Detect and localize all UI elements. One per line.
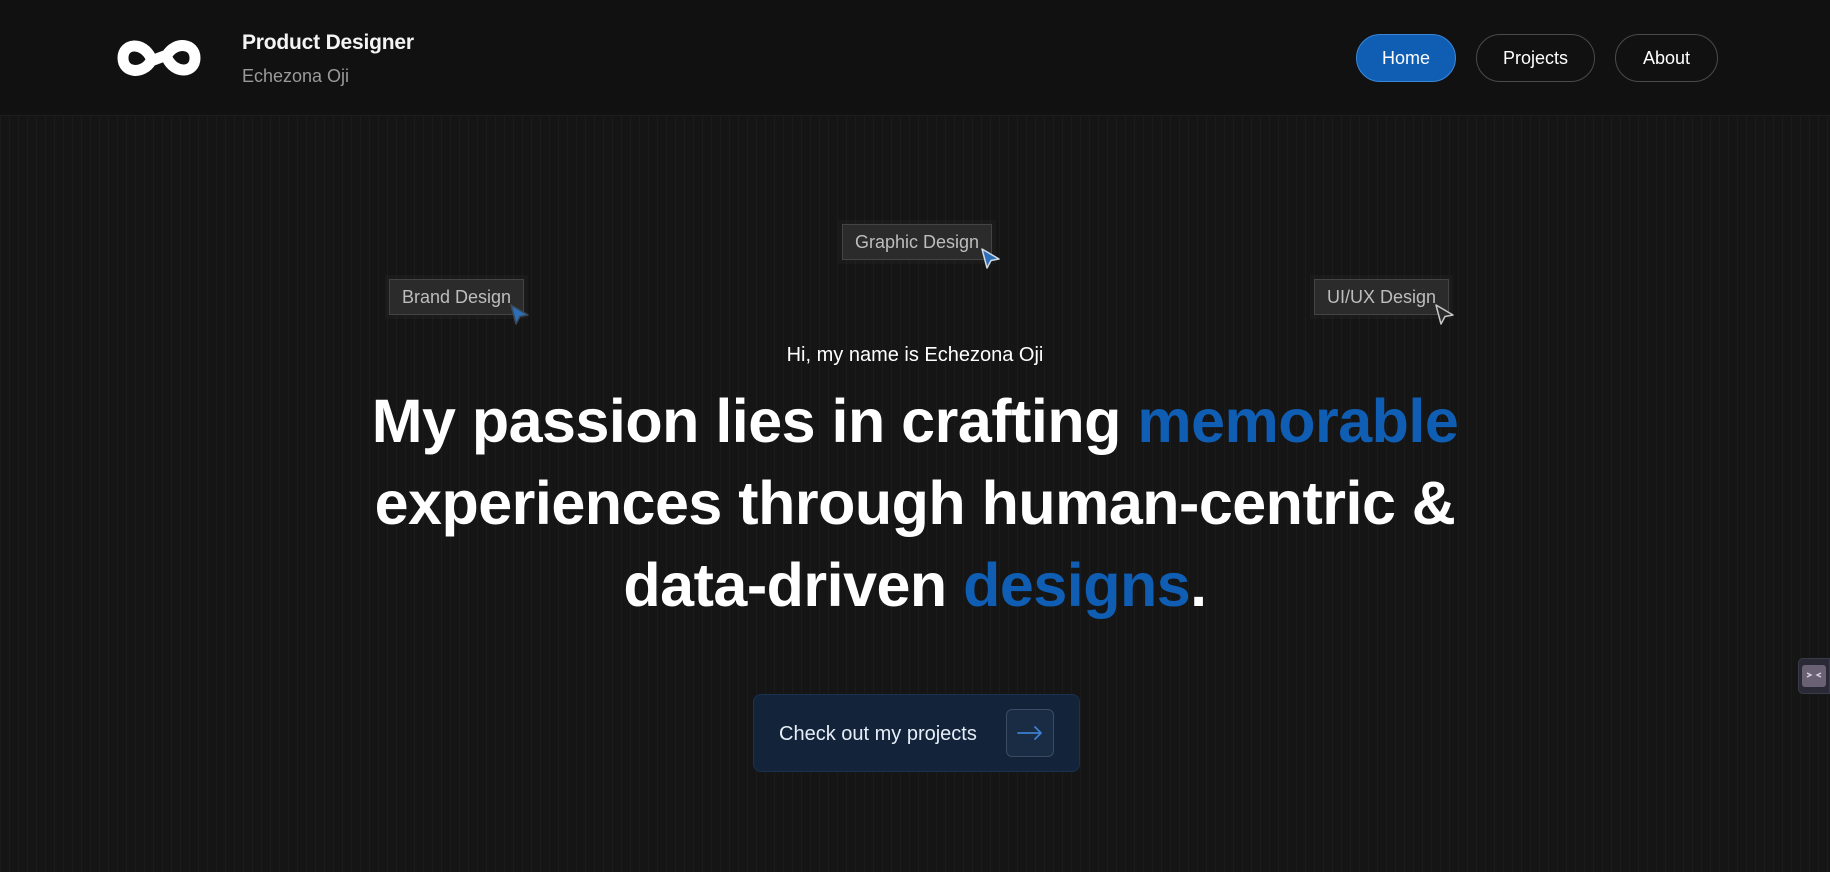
headline-accent-designs: designs [963, 551, 1191, 619]
pointer-cursor-icon [980, 247, 1002, 271]
cta-label: Check out my projects [779, 723, 977, 745]
nav-projects-button[interactable]: Projects [1476, 34, 1595, 82]
pointer-cursor-icon [509, 303, 531, 327]
headline-line-1: My passion lies in crafting memorable [0, 380, 1830, 462]
check-out-projects-button[interactable]: Check out my projects [753, 694, 1080, 772]
tag-uiux-design: UI/UX Design [1314, 279, 1450, 315]
site-header: Product Designer Echezona Oji Home Proje… [0, 0, 1830, 116]
nav-about-button[interactable]: About [1615, 34, 1718, 82]
face-icon [1802, 665, 1826, 687]
pointer-cursor-icon [1434, 303, 1456, 327]
headline-line-3: data-driven designs. [0, 544, 1830, 626]
headline-text: My passion lies in crafting [371, 387, 1138, 455]
logo-icon[interactable] [117, 33, 201, 83]
hero-greeting: Hi, my name is Echezona Oji [786, 344, 1044, 366]
brand-subtitle: Echezona Oji [242, 66, 350, 86]
tag-brand-design: Brand Design [389, 279, 525, 315]
headline-period: . [1190, 551, 1207, 619]
side-widget-icon[interactable] [1798, 658, 1830, 694]
headline-line-2: experiences through human-centric & [374, 469, 1456, 537]
brand-title: Product Designer [242, 31, 414, 54]
headline-accent-memorable: memorable [1137, 387, 1459, 455]
headline-text: data-driven [623, 551, 964, 619]
nav-home-button[interactable]: Home [1356, 34, 1456, 82]
tag-graphic-design: Graphic Design [842, 224, 993, 260]
arrow-right-icon[interactable] [1006, 709, 1054, 757]
hero-headline: My passion lies in crafting memorable ex… [0, 380, 1830, 626]
